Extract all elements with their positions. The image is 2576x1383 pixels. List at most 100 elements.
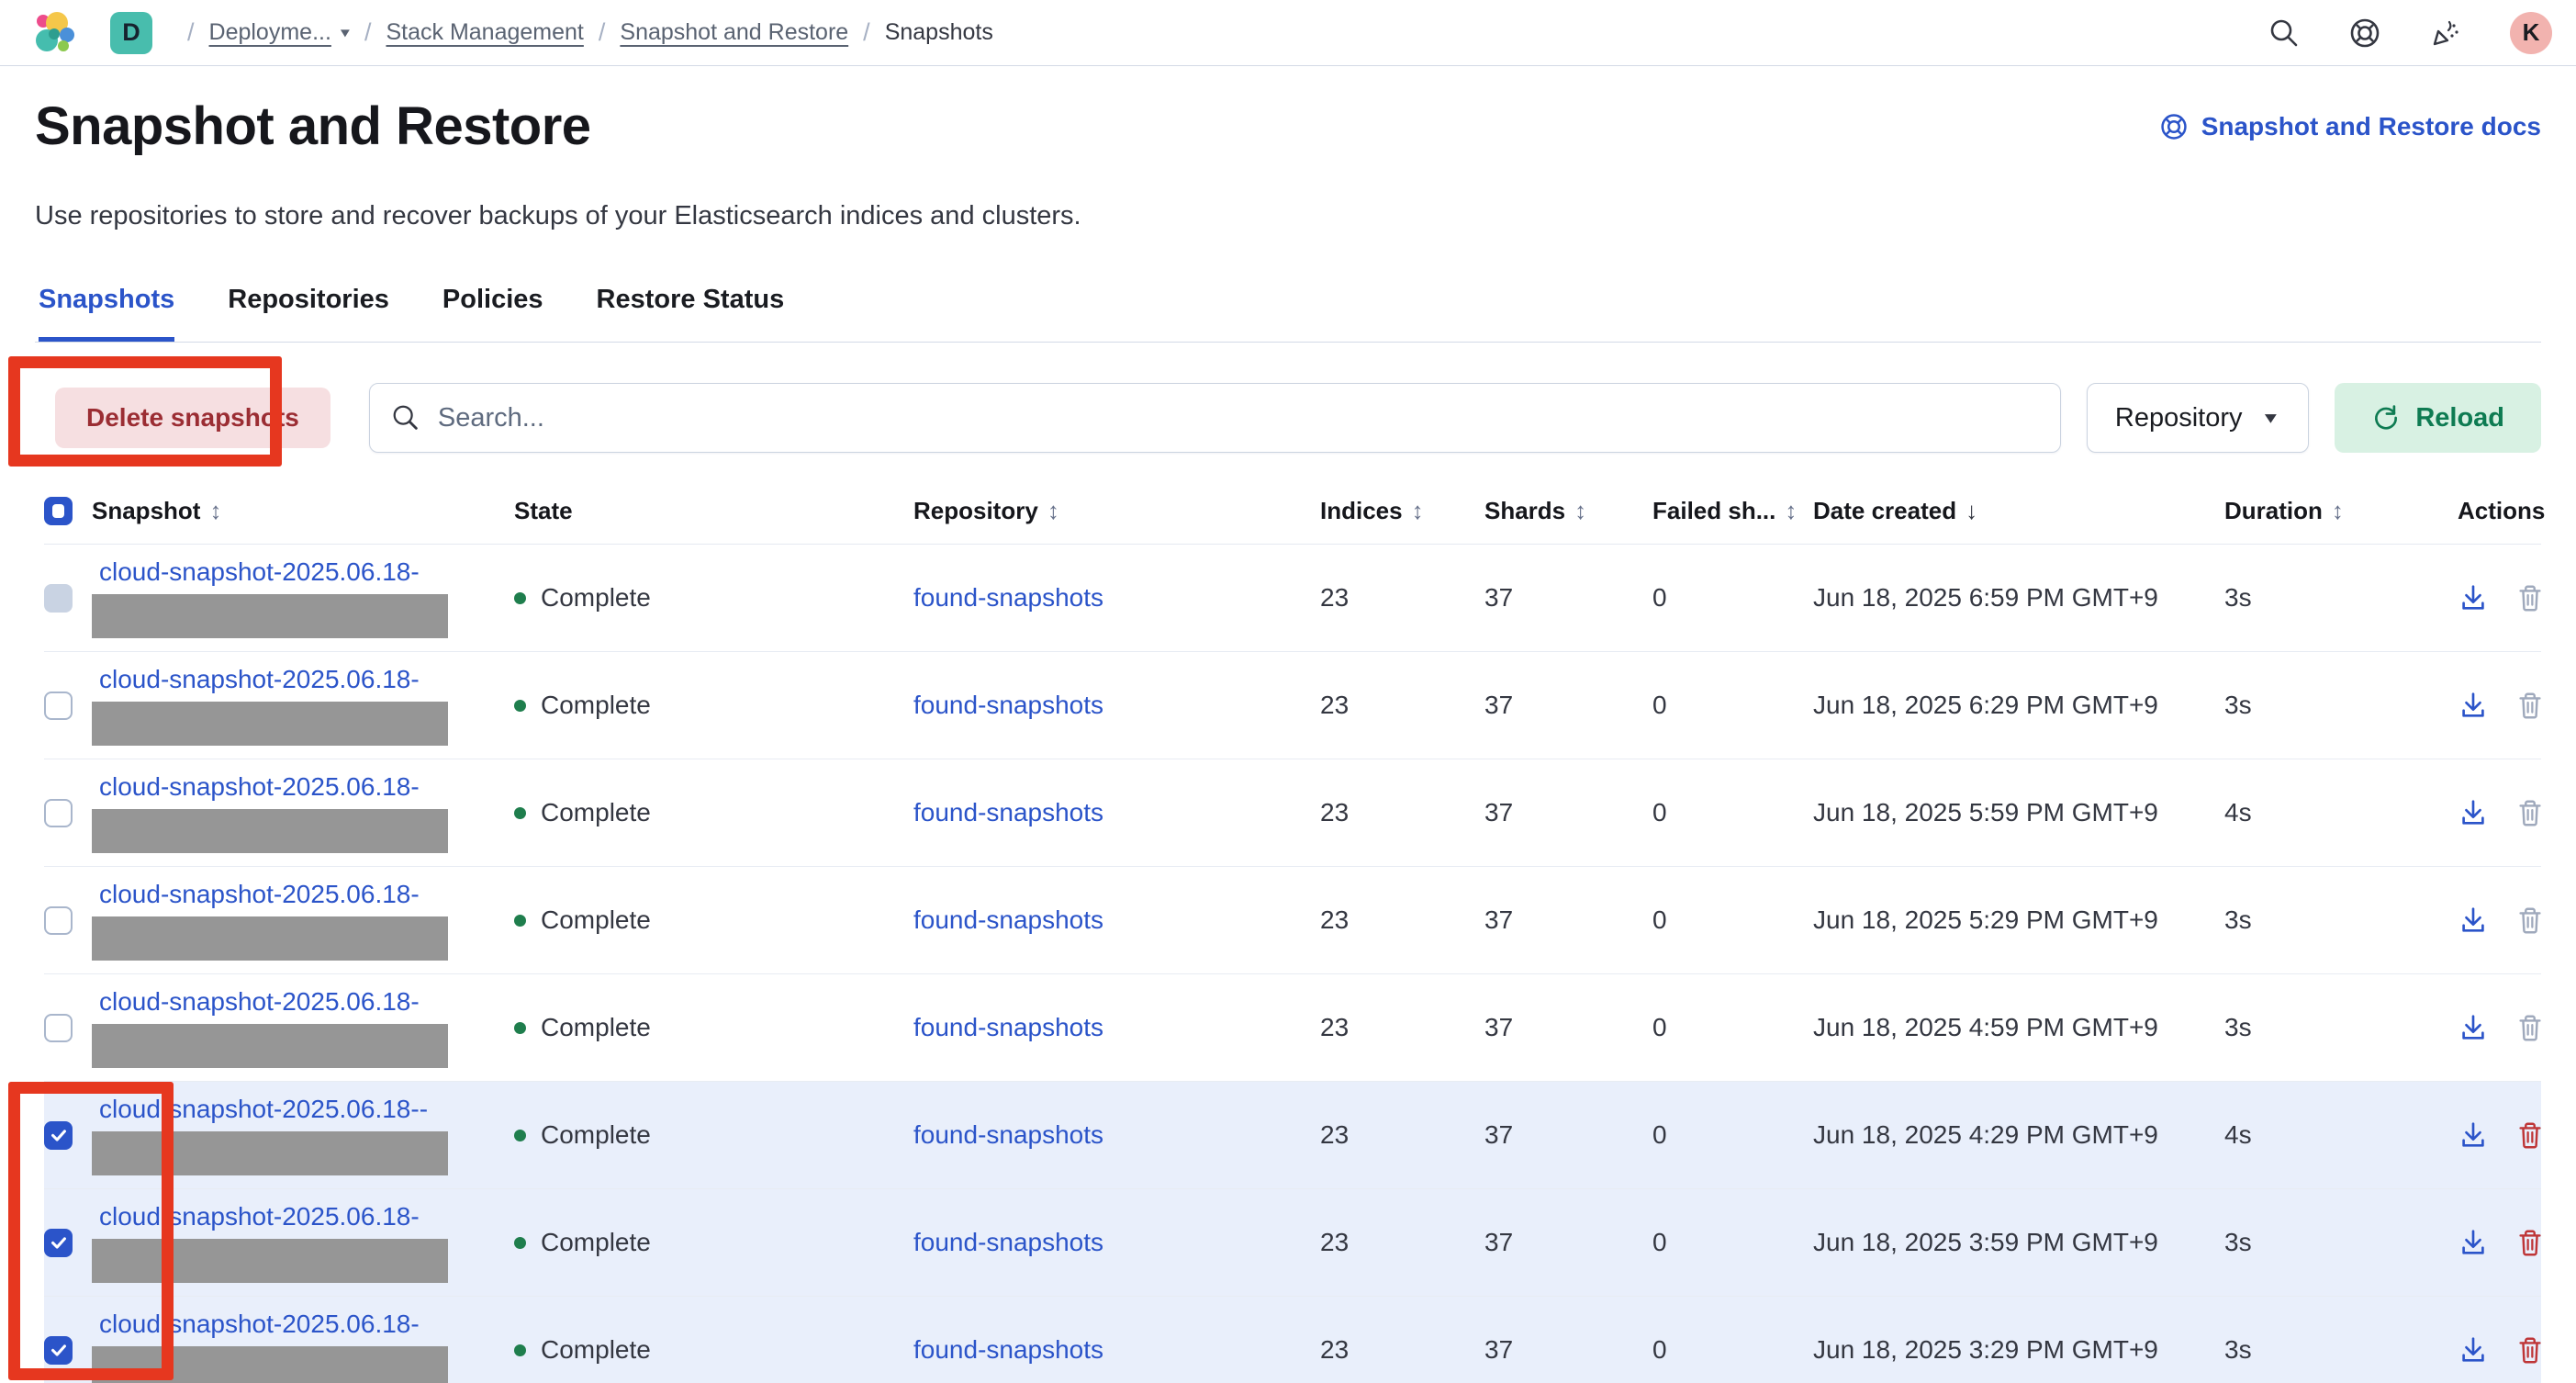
row-checkbox[interactable]: [44, 906, 73, 935]
status-dot: [514, 915, 526, 927]
breadcrumb-stack-management[interactable]: Stack Management: [386, 19, 583, 46]
breadcrumb-snapshot-restore[interactable]: Snapshot and Restore: [620, 19, 848, 46]
delete-icon[interactable]: [2514, 1012, 2546, 1043]
delete-icon[interactable]: [2514, 1227, 2546, 1258]
date-created-value: Jun 18, 2025 3:29 PM GMT+9: [1813, 1335, 2224, 1365]
delete-icon[interactable]: [2514, 582, 2546, 613]
row-actions: [2458, 582, 2549, 613]
row-checkbox[interactable]: [44, 1336, 73, 1365]
delete-snapshots-button[interactable]: Delete snapshots: [55, 388, 330, 448]
table-body: cloud-snapshot-2025.06.18- Complete foun…: [44, 545, 2541, 1383]
download-icon[interactable]: [2458, 1334, 2489, 1366]
state-label: Complete: [541, 1228, 651, 1257]
delete-icon[interactable]: [2514, 1334, 2546, 1366]
column-header-state: State: [514, 497, 913, 525]
table-row: cloud-snapshot-2025.06.18- Complete foun…: [44, 974, 2541, 1082]
repository-link[interactable]: found-snapshots: [913, 905, 1103, 934]
row-checkbox[interactable]: [44, 1121, 73, 1150]
snapshot-name-link[interactable]: cloud-snapshot-2025.06.18-: [92, 557, 514, 587]
reload-button[interactable]: Reload: [2335, 383, 2541, 453]
repository-link[interactable]: found-snapshots: [913, 1228, 1103, 1256]
status-dot: [514, 1237, 526, 1249]
column-header-repository[interactable]: Repository↕: [913, 497, 1320, 525]
snapshot-cell: cloud-snapshot-2025.06.18-: [92, 1189, 514, 1283]
elastic-logo[interactable]: [29, 10, 75, 56]
date-created-value: Jun 18, 2025 5:59 PM GMT+9: [1813, 798, 2224, 827]
state-cell: Complete: [514, 1013, 913, 1042]
help-icon[interactable]: [2348, 17, 2381, 50]
table-row: cloud-snapshot-2025.06.18- Complete foun…: [44, 867, 2541, 974]
repository-link[interactable]: found-snapshots: [913, 1335, 1103, 1364]
repository-link[interactable]: found-snapshots: [913, 583, 1103, 612]
deployment-badge[interactable]: D: [110, 12, 152, 54]
row-checkbox[interactable]: [44, 692, 73, 720]
breadcrumb-separator: /: [599, 18, 606, 47]
repository-link[interactable]: found-snapshots: [913, 798, 1103, 826]
shards-value: 37: [1484, 1013, 1652, 1042]
tab-policies[interactable]: Policies: [442, 285, 543, 342]
search-icon[interactable]: [2268, 17, 2301, 50]
snapshot-name-link[interactable]: cloud-snapshot-2025.06.18-: [92, 880, 514, 909]
delete-icon[interactable]: [2514, 1119, 2546, 1151]
failed-shards-value: 0: [1652, 798, 1813, 827]
column-header-failed-shards[interactable]: Failed sh...↕: [1652, 497, 1813, 525]
row-checkbox[interactable]: [44, 1014, 73, 1042]
snapshot-name-link[interactable]: cloud-snapshot-2025.06.18-: [92, 987, 514, 1017]
download-icon[interactable]: [2458, 690, 2489, 721]
state-label: Complete: [541, 691, 651, 720]
column-header-indices[interactable]: Indices↕: [1320, 497, 1484, 525]
snapshot-name-link[interactable]: cloud-snapshot-2025.06.18-: [92, 772, 514, 802]
search-input[interactable]: [438, 403, 2040, 433]
breadcrumb-deployment[interactable]: Deployme...: [209, 19, 331, 46]
tab-repositories[interactable]: Repositories: [228, 285, 389, 342]
download-icon[interactable]: [2458, 905, 2489, 936]
select-all-checkbox[interactable]: [44, 497, 73, 525]
delete-icon[interactable]: [2514, 797, 2546, 828]
table-row: cloud-snapshot-2025.06.18- Complete foun…: [44, 545, 2541, 652]
download-icon[interactable]: [2458, 1012, 2489, 1043]
column-header-snapshot[interactable]: Snapshot↕: [92, 497, 514, 525]
breadcrumb: / Deployme... ▾ / Stack Management / Sna…: [173, 18, 993, 47]
redaction-overlay: [92, 1024, 448, 1068]
news-icon[interactable]: [2429, 17, 2462, 50]
state-label: Complete: [541, 798, 651, 827]
snapshot-name-link[interactable]: cloud-snapshot-2025.06.18-: [92, 1202, 514, 1231]
state-cell: Complete: [514, 583, 913, 613]
snapshot-cell: cloud-snapshot-2025.06.18-: [92, 867, 514, 961]
breadcrumb-separator: /: [187, 18, 195, 47]
delete-icon[interactable]: [2514, 905, 2546, 936]
docs-link[interactable]: Snapshot and Restore docs: [2159, 112, 2541, 141]
repository-link[interactable]: found-snapshots: [913, 1013, 1103, 1041]
tab-snapshots[interactable]: Snapshots: [39, 285, 174, 342]
search-box[interactable]: [369, 383, 2061, 453]
delete-icon[interactable]: [2514, 690, 2546, 721]
row-checkbox[interactable]: [44, 584, 73, 613]
download-icon[interactable]: [2458, 797, 2489, 828]
state-cell: Complete: [514, 1120, 913, 1150]
download-icon[interactable]: [2458, 1227, 2489, 1258]
column-header-shards[interactable]: Shards↕: [1484, 497, 1652, 525]
date-created-value: Jun 18, 2025 5:29 PM GMT+9: [1813, 905, 2224, 935]
row-checkbox[interactable]: [44, 1229, 73, 1257]
row-checkbox[interactable]: [44, 799, 73, 827]
row-actions: [2458, 905, 2549, 936]
download-icon[interactable]: [2458, 582, 2489, 613]
redaction-overlay: [92, 1239, 448, 1283]
tab-restore-status[interactable]: Restore Status: [597, 285, 785, 342]
repository-link[interactable]: found-snapshots: [913, 691, 1103, 719]
repository-filter-button[interactable]: Repository ▼: [2087, 383, 2309, 453]
chevron-down-icon: ▾: [341, 24, 350, 42]
sort-icon: ↕: [209, 497, 221, 525]
repository-link[interactable]: found-snapshots: [913, 1120, 1103, 1149]
column-header-date-created[interactable]: Date created↓: [1813, 497, 2224, 525]
column-header-duration[interactable]: Duration↕: [2224, 497, 2458, 525]
status-dot: [514, 1130, 526, 1141]
snapshot-name-link[interactable]: cloud-snapshot-2025.06.18--: [92, 1095, 514, 1124]
snapshot-name-link[interactable]: cloud-snapshot-2025.06.18-: [92, 665, 514, 694]
snapshot-cell: cloud-snapshot-2025.06.18-: [92, 1297, 514, 1383]
row-actions: [2458, 797, 2549, 828]
download-icon[interactable]: [2458, 1119, 2489, 1151]
state-cell: Complete: [514, 905, 913, 935]
user-avatar[interactable]: K: [2510, 12, 2552, 54]
snapshot-name-link[interactable]: cloud-snapshot-2025.06.18-: [92, 1310, 514, 1339]
